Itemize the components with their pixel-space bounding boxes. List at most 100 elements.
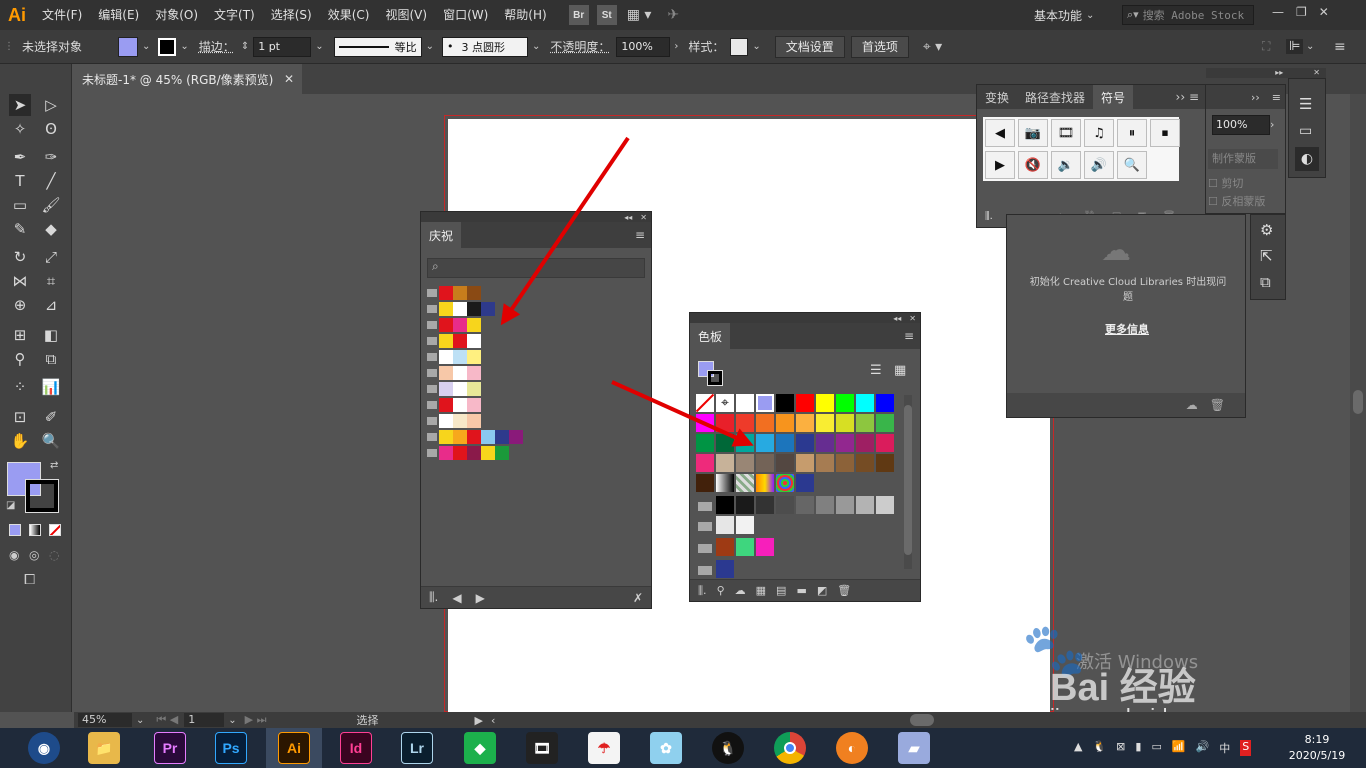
volume-icon[interactable]: 🔊 xyxy=(1196,740,1210,756)
color-swatch[interactable] xyxy=(856,434,874,452)
tab-celebration[interactable]: 庆祝 xyxy=(421,222,462,248)
symbol-thumbnail[interactable]: ♫ xyxy=(1084,119,1114,147)
expand-icon[interactable]: ›› ≡ xyxy=(1170,85,1205,109)
chrome-icon[interactable] xyxy=(774,732,806,764)
color-swatch[interactable] xyxy=(876,496,894,514)
hand-tool-icon[interactable]: ✋ xyxy=(9,430,31,452)
color-swatch[interactable] xyxy=(467,366,481,380)
panel-menu-icon[interactable]: ≡ xyxy=(1272,91,1281,104)
rectangle-tool-icon[interactable]: ▭ xyxy=(9,194,31,216)
color-swatch[interactable] xyxy=(736,474,754,492)
start-button-icon[interactable]: ◉ xyxy=(28,732,60,764)
color-group-row[interactable] xyxy=(427,446,509,460)
chevron-down-icon[interactable]: ⌄ xyxy=(315,41,323,52)
stock-search-field[interactable]: ⌕▾ 搜索 Adobe Stock xyxy=(1122,5,1254,25)
opacity-field[interactable]: 100% xyxy=(616,36,671,57)
color-swatch[interactable] xyxy=(696,454,714,472)
color-swatch[interactable] xyxy=(836,414,854,432)
lasso-tool-icon[interactable]: ʘ xyxy=(40,118,62,140)
width-tool-icon[interactable]: ⋈ xyxy=(9,270,31,292)
color-group-row[interactable] xyxy=(427,350,481,364)
color-swatch[interactable] xyxy=(816,454,834,472)
library-search-input[interactable]: ⌕ xyxy=(427,258,645,278)
tab-swatches[interactable]: 色板 xyxy=(690,323,731,349)
workspace-switcher[interactable]: 基本功能 xyxy=(1034,7,1082,24)
premiere-taskbar-icon[interactable]: Pr xyxy=(154,732,186,764)
color-swatch[interactable] xyxy=(453,350,467,364)
color-swatch[interactable] xyxy=(736,434,754,452)
video-app-icon[interactable]: 🎞 xyxy=(526,732,558,764)
horizontal-scroll-thumb[interactable] xyxy=(910,714,934,726)
color-swatch[interactable] xyxy=(756,496,774,514)
sync-icon[interactable]: ☁ xyxy=(1186,398,1198,412)
color-swatch[interactable] xyxy=(716,474,734,492)
chevron-down-icon[interactable]: ⌄ xyxy=(426,41,434,52)
symbol-thumbnail[interactable]: ⏹ xyxy=(1150,119,1180,147)
restore-window-icon[interactable]: ❐ xyxy=(1296,5,1307,19)
stroke-swatch[interactable] xyxy=(158,37,177,56)
color-swatch[interactable] xyxy=(439,398,453,412)
shape-builder-tool-icon[interactable]: ⊕ xyxy=(9,294,31,316)
color-swatch[interactable] xyxy=(467,318,481,332)
color-swatch[interactable] xyxy=(716,414,734,432)
grid-view-icon[interactable]: ▦ xyxy=(894,363,906,378)
next-icon[interactable]: ▶ xyxy=(476,591,485,605)
screen-mode-icon[interactable]: ⧠ xyxy=(24,572,35,588)
color-swatch[interactable] xyxy=(796,496,814,514)
color-swatch[interactable] xyxy=(467,398,481,412)
close-icon[interactable]: ✕ xyxy=(1313,68,1320,78)
chevron-right-icon[interactable]: › xyxy=(674,41,678,52)
stroke-color-box[interactable] xyxy=(25,479,59,513)
none-swatch[interactable] xyxy=(695,393,715,413)
color-swatch[interactable] xyxy=(876,434,894,452)
battery-icon[interactable]: ▮ xyxy=(1135,740,1141,756)
chevron-down-icon[interactable]: ⌄ xyxy=(136,715,144,726)
color-swatch[interactable] xyxy=(509,430,523,444)
preferences-button[interactable]: 首选项 xyxy=(850,35,909,58)
color-swatch[interactable] xyxy=(453,366,467,380)
menu-help[interactable]: 帮助(H) xyxy=(496,0,554,30)
invert-mask-checkbox[interactable]: ☐ 反相蒙版 xyxy=(1208,193,1265,209)
color-swatch[interactable] xyxy=(756,434,774,452)
color-swatch[interactable] xyxy=(816,394,834,412)
color-swatch[interactable] xyxy=(776,474,794,492)
tab-symbols[interactable]: 符号 xyxy=(1093,85,1134,109)
color-swatch[interactable] xyxy=(776,454,794,472)
color-swatch[interactable] xyxy=(716,454,734,472)
stock-button[interactable]: St xyxy=(596,5,617,25)
paintbrush-tool-icon[interactable]: 🖌 xyxy=(40,194,62,216)
line-tool-icon[interactable]: ╱ xyxy=(40,170,62,192)
stepper-icon[interactable]: ⇕ xyxy=(241,41,249,52)
symbol-thumbnail[interactable]: 🔇 xyxy=(1018,151,1048,179)
color-group-row[interactable] xyxy=(427,318,481,332)
ime-indicator[interactable]: 中 xyxy=(1219,740,1230,756)
color-swatch[interactable] xyxy=(816,434,834,452)
stroke-label[interactable]: 描边： xyxy=(199,38,235,55)
stroke-profile-select[interactable]: 等比 xyxy=(333,36,422,57)
close-icon[interactable]: ✕ xyxy=(284,72,294,86)
transform-icon[interactable]: ⛶ xyxy=(1262,39,1270,54)
color-swatch[interactable] xyxy=(439,414,453,428)
chevron-down-icon[interactable]: ⌄ xyxy=(1086,10,1094,21)
color-swatch[interactable] xyxy=(453,414,467,428)
clock[interactable]: 8:19 2020/5/19 xyxy=(1282,732,1352,764)
zoom-tool-icon[interactable]: 🔍 xyxy=(40,430,62,452)
new-swatch-icon[interactable]: ◩ xyxy=(817,584,827,597)
gpu-performance-icon[interactable]: ✈ xyxy=(667,7,679,23)
color-swatch[interactable] xyxy=(439,302,453,316)
menu-window[interactable]: 窗口(W) xyxy=(435,0,496,30)
color-swatch[interactable] xyxy=(796,454,814,472)
color-swatch[interactable] xyxy=(756,454,774,472)
symbol-thumbnail[interactable]: 📷 xyxy=(1018,119,1048,147)
color-swatch[interactable] xyxy=(856,496,874,514)
color-swatch[interactable] xyxy=(453,398,467,412)
swatch-options-icon[interactable]: ⚲ xyxy=(717,584,725,597)
color-group-row[interactable] xyxy=(427,366,481,380)
slice-tool-icon[interactable]: ✐ xyxy=(40,406,62,428)
color-group-row[interactable] xyxy=(427,382,481,396)
color-swatch[interactable] xyxy=(439,350,453,364)
gradient-panel-icon[interactable]: ▭ xyxy=(1299,123,1312,139)
clip-checkbox[interactable]: ☐ 剪切 xyxy=(1208,175,1243,191)
color-swatch[interactable] xyxy=(481,302,495,316)
close-icon[interactable]: ✕ xyxy=(909,314,916,323)
